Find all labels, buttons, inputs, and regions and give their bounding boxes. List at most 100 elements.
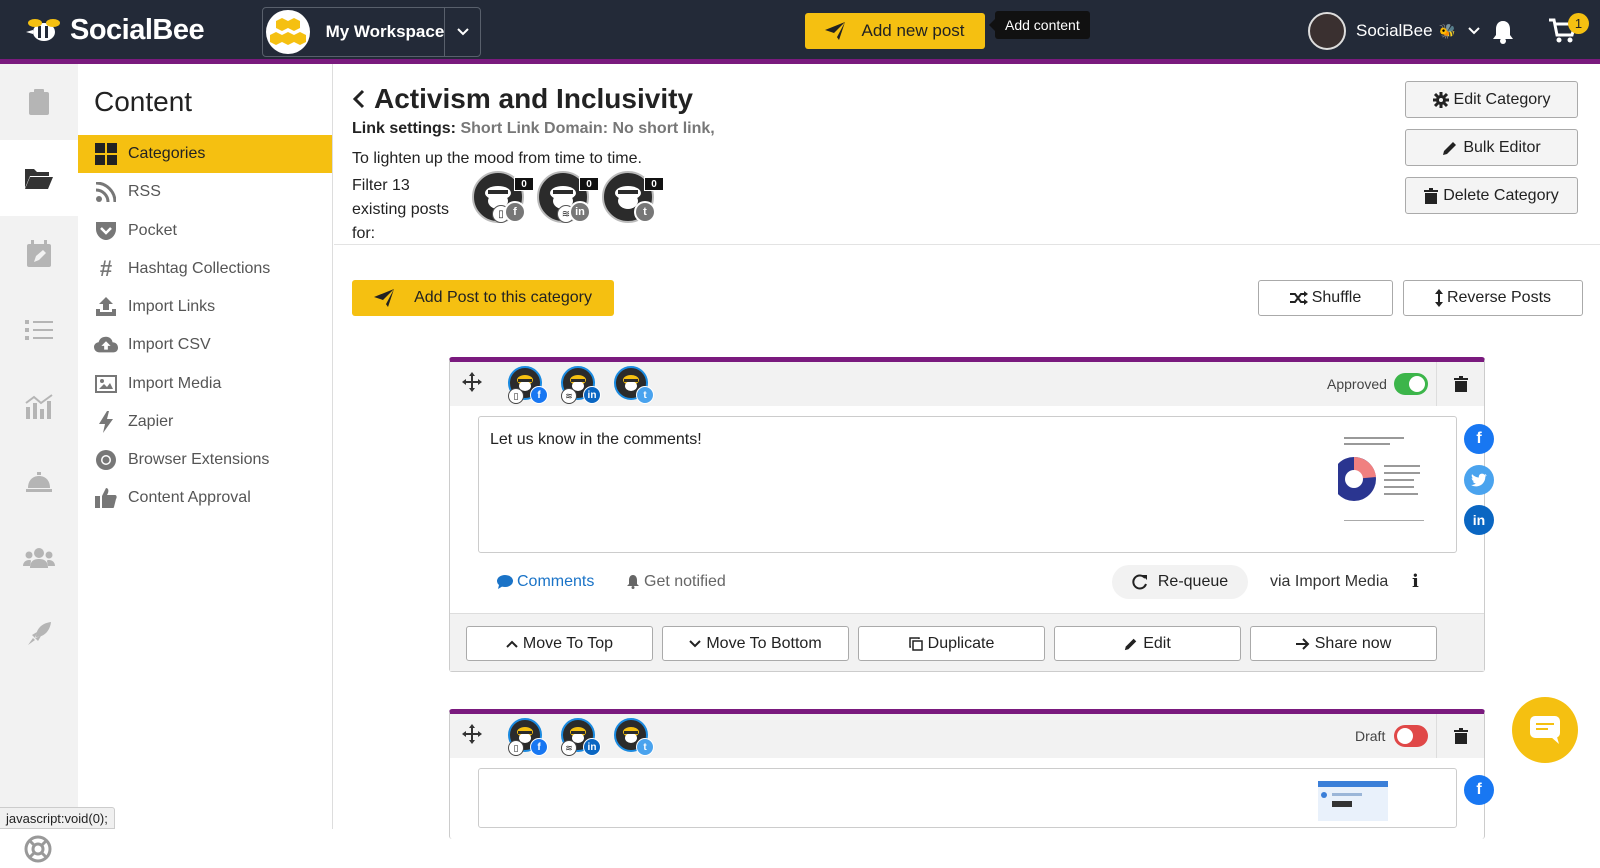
- copy-icon: [908, 636, 923, 651]
- sidebar-item-import-media[interactable]: Import Media: [78, 365, 332, 403]
- post-text-area[interactable]: Let us know in the comments!: [478, 416, 1457, 553]
- edit-category-button[interactable]: Edit Category: [1405, 81, 1578, 118]
- rail-dashboard[interactable]: [0, 64, 78, 140]
- user-menu[interactable]: SocialBee 🐝: [1308, 12, 1480, 50]
- facebook-preview-icon[interactable]: f: [1464, 424, 1494, 454]
- layers-icon: ≋: [561, 388, 577, 404]
- comments-link[interactable]: Comments: [497, 573, 594, 591]
- delete-category-button[interactable]: Delete Category: [1405, 177, 1578, 214]
- sidebar-item-hashtag-collections[interactable]: # Hashtag Collections: [78, 250, 332, 288]
- facebook-icon: f: [530, 386, 548, 404]
- socialbee-logo[interactable]: SocialBee: [26, 14, 205, 47]
- chevron-down-icon: [456, 28, 469, 36]
- users-icon: [23, 548, 55, 568]
- reverse-posts-button[interactable]: Reverse Posts: [1403, 280, 1583, 316]
- info-icon[interactable]: i: [1412, 571, 1419, 592]
- analytics-icon: [25, 394, 53, 419]
- bee-logo-icon: [26, 18, 60, 41]
- rail-schedule[interactable]: [0, 216, 78, 292]
- post-profile-facebook: ▯ f: [508, 718, 548, 756]
- browser-status-bar: javascript:void(0);: [0, 807, 115, 829]
- move-to-bottom-button[interactable]: Move To Bottom: [662, 626, 849, 661]
- chevron-left-icon[interactable]: [352, 89, 366, 109]
- sidebar-item-label: Categories: [128, 145, 206, 162]
- linkedin-preview-icon[interactable]: in: [1464, 505, 1494, 535]
- mobile-icon: ▯: [508, 740, 524, 756]
- workspace-dropdown-button[interactable]: [444, 8, 480, 56]
- approval-toggle[interactable]: [1394, 725, 1428, 747]
- shuffle-icon: [1289, 291, 1308, 305]
- profile-post-count: 0: [514, 177, 534, 191]
- requeue-button[interactable]: Re-queue: [1112, 565, 1248, 599]
- get-notified-link[interactable]: Get notified: [626, 573, 726, 591]
- add-new-post-button[interactable]: Add new post: [805, 13, 985, 49]
- approval-toggle[interactable]: [1394, 373, 1428, 395]
- sidebar-item-import-links[interactable]: Import Links: [78, 288, 332, 326]
- delete-post-button[interactable]: [1436, 362, 1484, 406]
- rail-content[interactable]: [0, 140, 78, 216]
- twitter-preview-icon[interactable]: [1464, 465, 1494, 495]
- clipboard-icon: [29, 89, 49, 115]
- chat-bubble-icon: [1530, 716, 1560, 744]
- post-media-thumbnail[interactable]: [1318, 781, 1388, 821]
- cart-count-badge: 1: [1568, 13, 1589, 34]
- profile-filter-facebook[interactable]: 0 ▯ f: [472, 171, 534, 223]
- sidebar-item-browser-extensions[interactable]: Browser Extensions: [78, 441, 332, 479]
- facebook-preview-icon[interactable]: f: [1464, 775, 1494, 805]
- shuffle-button[interactable]: Shuffle: [1258, 280, 1393, 316]
- thumbs-up-icon: [94, 486, 118, 510]
- profile-filter-twitter[interactable]: 0 t: [602, 171, 664, 223]
- sidebar-item-import-csv[interactable]: Import CSV: [78, 326, 332, 364]
- delete-post-button[interactable]: [1436, 714, 1484, 758]
- pencil-icon: [1125, 638, 1137, 650]
- post-media-thumbnail[interactable]: [1332, 427, 1428, 525]
- post-status-label: Approved: [1327, 376, 1387, 392]
- add-post-to-category-button[interactable]: Add Post to this category: [352, 280, 614, 316]
- sidebar-item-rss[interactable]: RSS: [78, 173, 332, 211]
- sidebar-item-content-approval[interactable]: Content Approval: [78, 479, 332, 517]
- sidebar-item-label: Hashtag Collections: [128, 260, 271, 277]
- post-text: Let us know in the comments!: [490, 431, 702, 448]
- top-bar: SocialBee My Workspace Add new post Add …: [0, 0, 1600, 64]
- layers-icon: ≋: [561, 740, 577, 756]
- help-lifebuoy-icon[interactable]: [24, 835, 52, 868]
- post-text-area[interactable]: [478, 768, 1457, 828]
- twitter-icon: t: [636, 738, 654, 756]
- short-link-value[interactable]: No short link,: [612, 120, 714, 137]
- share-now-button[interactable]: Share now: [1250, 626, 1437, 661]
- rail-team[interactable]: [0, 520, 78, 596]
- content-sidebar: Content Categories RSS Pocket # Hashtag …: [78, 64, 333, 829]
- chat-support-button[interactable]: [1512, 697, 1578, 763]
- duplicate-button[interactable]: Duplicate: [858, 626, 1045, 661]
- drag-handle-move-icon[interactable]: [462, 372, 482, 397]
- profile-filter-linkedin[interactable]: 0 ≋ in: [537, 171, 599, 223]
- concierge-bell-icon: [26, 472, 52, 492]
- rail-posts[interactable]: [0, 292, 78, 368]
- post-profile-twitter: t: [614, 718, 654, 756]
- comment-icon: [497, 575, 513, 589]
- drag-handle-move-icon[interactable]: [462, 724, 482, 749]
- post-card: ▯ f ≋ in t Draft: [449, 709, 1485, 839]
- workspace-name: My Workspace: [325, 22, 445, 41]
- chevron-up-icon: [506, 640, 518, 648]
- post-profile-twitter: t: [614, 366, 654, 404]
- post-profile-linkedin: ≋ in: [561, 366, 601, 404]
- workspace-switcher[interactable]: My Workspace: [262, 7, 481, 57]
- add-content-tooltip: Add content: [989, 11, 1090, 39]
- sidebar-item-pocket[interactable]: Pocket: [78, 212, 332, 250]
- facebook-icon: f: [530, 738, 548, 756]
- rail-growth[interactable]: [0, 596, 78, 672]
- edit-post-button[interactable]: Edit: [1054, 626, 1241, 661]
- grid-icon: [94, 142, 118, 166]
- profile-post-count: 0: [579, 177, 599, 191]
- rail-analytics[interactable]: [0, 368, 78, 444]
- bulk-editor-button[interactable]: Bulk Editor: [1405, 129, 1578, 166]
- move-to-top-button[interactable]: Move To Top: [466, 626, 653, 661]
- workspace-avatar: [266, 10, 310, 54]
- post-profile-linkedin: ≋ in: [561, 718, 601, 756]
- rail-concierge[interactable]: [0, 444, 78, 520]
- sidebar-item-zapier[interactable]: Zapier: [78, 403, 332, 441]
- sidebar-item-label: Content Approval: [128, 489, 251, 506]
- notifications-bell-icon[interactable]: [1492, 20, 1514, 49]
- sidebar-item-categories[interactable]: Categories: [78, 135, 332, 173]
